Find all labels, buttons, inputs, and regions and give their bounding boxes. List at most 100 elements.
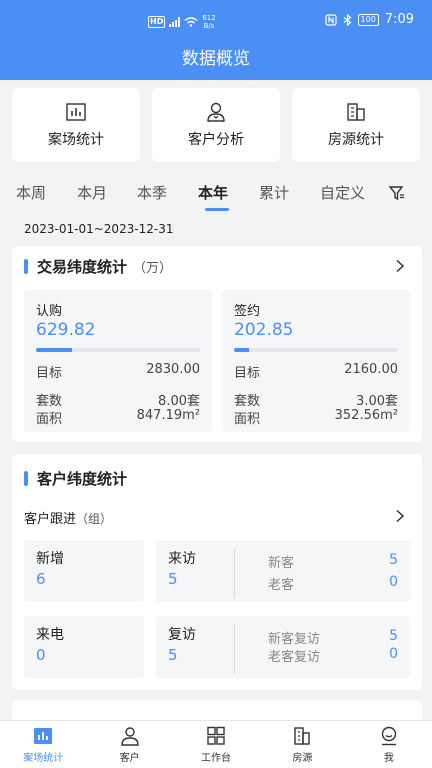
old-revisit-value: 0 — [389, 646, 398, 662]
bar-chart-icon — [66, 103, 86, 121]
new-revisit-row: 新客复访 5 — [268, 628, 398, 647]
person-icon — [120, 726, 139, 746]
target-row: 目标 2160.00 — [234, 362, 398, 381]
header: HD 612 B/s 100 7:09 数据概览 — [0, 0, 432, 80]
tab-custom[interactable]: 自定义 — [320, 182, 365, 203]
nav-label: 案场统计 — [23, 752, 64, 764]
count-value: 8.00套 — [158, 394, 200, 409]
old-visit-label: 老客 — [268, 578, 295, 593]
tab-week[interactable]: 本周 — [16, 182, 46, 203]
status-left: HD 612 B/s — [148, 14, 216, 30]
date-range[interactable]: 2023-01-01~2023-12-31 — [24, 222, 174, 236]
quick-actions: 案场统计 客户分析 房源统计 — [12, 88, 420, 162]
nav-workbench[interactable]: 工作台 — [173, 721, 259, 768]
section-title: 客户纬度统计 — [37, 470, 128, 488]
progress-bar — [234, 348, 398, 352]
progress-fill — [36, 348, 73, 352]
bluetooth-icon — [343, 13, 351, 26]
nav-me[interactable]: 我 — [346, 721, 432, 768]
target-value: 2160.00 — [344, 362, 398, 377]
call-stat[interactable]: 来电 0 — [24, 616, 144, 678]
progress-fill — [234, 348, 250, 352]
section-header: 客户纬度统计 — [24, 468, 127, 489]
net-speed-unit: B/s — [203, 22, 215, 30]
count-row: 套数 8.00套 — [36, 390, 200, 409]
active-tab-indicator — [205, 208, 229, 211]
new-revisit-label: 新客复访 — [268, 632, 321, 647]
old-revisit-row: 老客复访 0 — [268, 646, 398, 665]
target-value: 2830.00 — [146, 362, 200, 377]
stat-label: 复访 — [168, 627, 196, 643]
nav-customer[interactable]: 客户 — [86, 721, 172, 768]
battery-icon: 100 — [357, 13, 379, 26]
status-bar: HD 612 B/s 100 7:09 — [0, 0, 432, 40]
section-title: 交易纬度统计 — [37, 258, 128, 276]
quick-action-customer-analysis[interactable]: 客户分析 — [152, 88, 280, 162]
nav-label: 工作台 — [201, 752, 232, 764]
old-revisit-label: 老客复访 — [268, 650, 321, 665]
quick-action-site-stats[interactable]: 案场统计 — [12, 88, 140, 162]
profile-icon — [381, 726, 397, 745]
stat-value: 202.85 — [234, 320, 294, 340]
nfc-icon — [324, 13, 337, 26]
customer-follow-header[interactable]: 客户跟进（组） — [24, 508, 112, 527]
progress-bar — [36, 348, 200, 352]
section-unit: （万） — [133, 261, 173, 276]
quick-action-label: 客户分析 — [188, 132, 244, 148]
section-accent-bar — [24, 259, 28, 274]
subscribe-stat[interactable]: 认购 629.82 目标 2830.00 套数 8.00套 面积 847.19m² — [24, 290, 212, 432]
stat-label: 认购 — [36, 304, 63, 319]
status-right: 100 7:09 — [324, 12, 414, 27]
person-icon — [207, 102, 225, 122]
hd-badge: HD — [148, 16, 166, 28]
next-card-partial — [12, 700, 422, 720]
revisit-stat[interactable]: 复访 5 新客复访 5 老客复访 0 — [156, 616, 410, 678]
period-tabs: 本周 本月 本季 本年 累计 自定义 — [0, 176, 432, 212]
divider — [234, 624, 235, 674]
area-row: 面积 352.56m² — [234, 408, 398, 427]
clock: 7:09 — [384, 12, 414, 27]
new-customer-stat[interactable]: 新增 6 — [24, 540, 144, 602]
nav-site-stats[interactable]: 案场统计 — [0, 721, 86, 768]
building-icon — [347, 103, 365, 121]
customer-stats-card: 客户纬度统计 客户跟进（组） 新增 6 来访 5 新客 5 老客 0 来电 0 复访… — [12, 454, 422, 690]
follow-unit: （组） — [76, 512, 113, 526]
new-visit-value: 5 — [389, 552, 398, 568]
page-title: 数据概览 — [182, 49, 250, 69]
quick-action-housing-stats[interactable]: 房源统计 — [292, 88, 420, 162]
tab-month[interactable]: 本月 — [77, 182, 107, 203]
nav-housing[interactable]: 房源 — [259, 721, 345, 768]
stat-label: 来电 — [36, 627, 64, 643]
sign-stat[interactable]: 签约 202.85 目标 2160.00 套数 3.00套 面积 352.56m² — [222, 290, 410, 432]
follow-label: 客户跟进 — [24, 512, 77, 527]
area-value: 352.56m² — [334, 408, 398, 423]
bar-chart-icon — [34, 727, 53, 744]
area-row: 面积 847.19m² — [36, 408, 200, 427]
tab-cumulative[interactable]: 累计 — [259, 182, 289, 203]
nav-label: 客户 — [119, 752, 140, 764]
visit-stat[interactable]: 来访 5 新客 5 老客 0 — [156, 540, 410, 602]
tab-quarter[interactable]: 本季 — [137, 182, 167, 203]
old-visit-row: 老客 0 — [268, 574, 398, 593]
wifi-icon — [184, 17, 198, 27]
chevron-right-icon[interactable] — [394, 509, 406, 523]
section-accent-bar — [24, 471, 28, 486]
area-value: 847.19m² — [136, 408, 200, 423]
quick-action-label: 案场统计 — [48, 132, 104, 148]
target-label: 目标 — [234, 366, 261, 381]
filter-icon[interactable] — [388, 184, 406, 202]
stat-value: 6 — [36, 570, 46, 588]
old-visit-value: 0 — [389, 574, 398, 590]
stat-label: 来访 — [168, 551, 196, 567]
stat-label: 新增 — [36, 551, 64, 567]
signal-icon — [169, 17, 181, 27]
grid-icon — [207, 726, 225, 745]
area-label: 面积 — [36, 412, 63, 427]
area-label: 面积 — [234, 412, 261, 427]
new-revisit-value: 5 — [389, 628, 398, 644]
chevron-right-icon[interactable] — [394, 259, 406, 273]
tab-year[interactable]: 本年 — [198, 182, 228, 203]
new-visit-row: 新客 5 — [268, 552, 398, 571]
stat-value: 5 — [168, 646, 178, 664]
count-value: 3.00套 — [356, 394, 398, 409]
